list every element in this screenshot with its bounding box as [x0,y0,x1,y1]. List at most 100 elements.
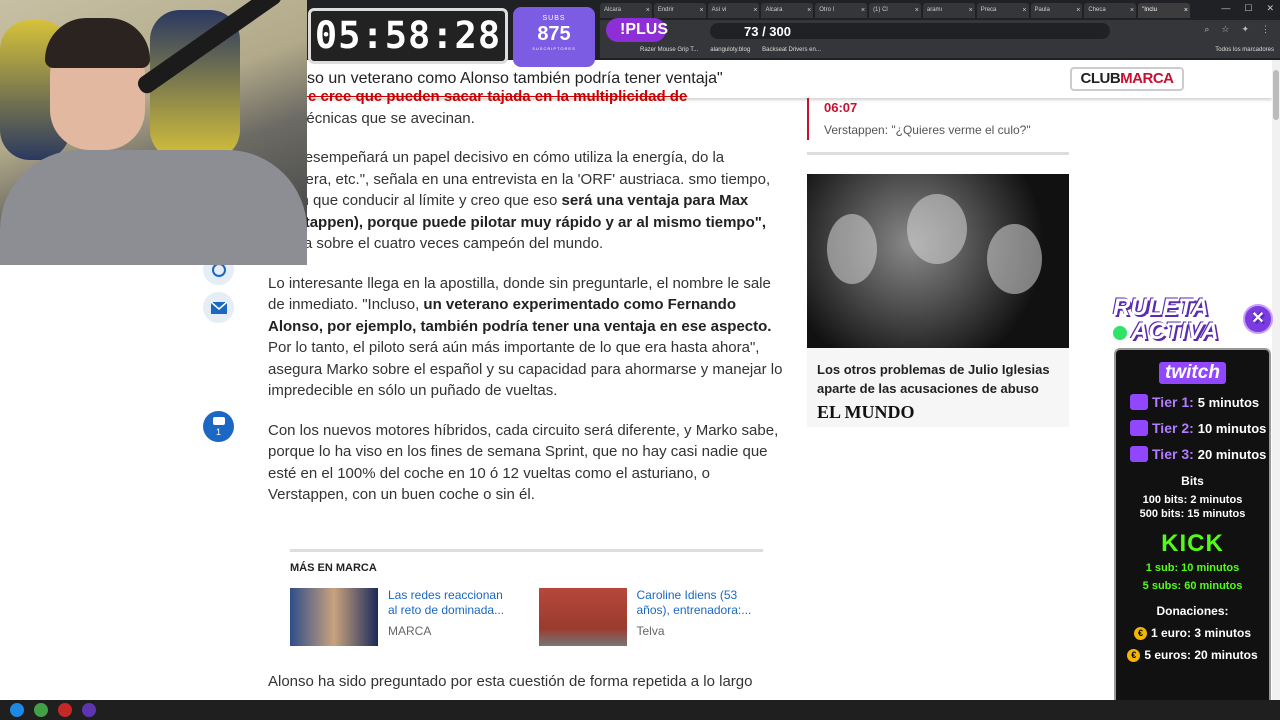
text: Por lo tanto, el piloto será aún más imp… [268,339,783,399]
tab-close-icon[interactable]: × [969,3,973,18]
tab-label: Paula [1034,7,1050,13]
tab-close-icon[interactable]: × [700,3,704,18]
browser-tab[interactable]: Alcara × [761,3,814,18]
search-icon[interactable]: ⌕ [1204,24,1209,35]
euro-icon: € [1133,626,1147,640]
ruleta-line2: ACTIVA [1131,318,1219,345]
comment-icon [212,416,225,425]
menu-icon[interactable]: ⋮ [1261,24,1270,35]
tier-value: 20 minutos [1197,446,1267,462]
app-icon[interactable] [58,703,72,717]
tab-close-icon[interactable]: × [915,3,919,18]
app-icon[interactable] [82,703,96,717]
tab-close-icon[interactable]: × [1076,3,1080,18]
more-in-marca: MÁS EN MARCA Las redes reaccionan al ret… [290,549,763,646]
page-scrollbar[interactable] [1272,60,1280,700]
toolbar-icons: ⌕ ☆ ✦ ⋮ [1204,24,1270,35]
article-body: os que cree que pueden sacar tajada en l… [268,86,783,524]
tier-value: 5 minutos [1197,394,1260,410]
tab-label: Así vi [711,7,727,13]
browser-tab[interactable]: Así vi × [707,3,760,18]
minimize-icon[interactable]: — [1221,3,1230,14]
live-dot-icon [1113,325,1127,340]
promo-image [807,174,1069,348]
tier-name: Tier 3: [1152,446,1194,462]
close-icon: ✕ [1243,304,1273,334]
related-source: Telva [636,624,665,638]
star-icon[interactable]: ☆ [1221,24,1229,35]
donation-line: 5 euros: 20 minutos [1144,648,1258,662]
maximize-icon[interactable]: ☐ [1244,3,1252,14]
clubmarca-button[interactable]: CLUBMARCA [1070,67,1184,91]
tab-close-icon[interactable]: × [861,3,865,18]
tab-label: Endrir [657,7,674,13]
browser-tab[interactable]: Preca × [976,3,1029,18]
taskbar [0,700,1280,720]
tier-value: 10 minutos [1197,420,1267,436]
twitch-icon [1130,420,1148,436]
tab-close-icon[interactable]: × [1022,3,1026,18]
bookmark-item[interactable]: Backseat Drivers en... [762,47,821,53]
tier-row: Tier 1: 5 minutos [1130,394,1269,410]
bookmark-item[interactable]: Razer Mouse Grip T... [640,47,698,53]
clubmarca-marca: MARCA [1120,70,1174,87]
tab-label: (1) Cl [873,7,888,13]
bits-line: 500 bits: 15 minutos [1139,508,1246,520]
twitch-logo: twitch [1159,362,1226,384]
related-title[interactable]: Caroline Idiens (53 años), entrenadora:.… [637,588,764,618]
related-card[interactable]: Caroline Idiens (53 años), entrenadora:.… [538,588,764,646]
tier-name: Tier 2: [1152,420,1194,436]
browser-tab[interactable]: Alcara × [600,3,652,18]
browser-tab[interactable]: (1) Cl × [869,3,921,18]
bookmark-item[interactable]: alanguloty.blog [710,47,750,53]
promo-title[interactable]: Los otros problemas de Julio Iglesias ap… [807,348,1069,402]
kick-line: 5 subs: 60 minutos [1142,580,1243,592]
ruleta-panel: twitch Tier 1: 5 minutos Tier 2: 10 minutos… [1114,348,1271,716]
close-icon[interactable]: ✕ [1266,3,1274,14]
scrollbar-thumb[interactable] [1273,70,1279,120]
donations-title: Donaciones: [1156,604,1229,618]
browser-tab[interactable]: "Inclu × [1138,3,1190,18]
related-thumbnail [290,588,378,646]
extensions-icon[interactable]: ✦ [1241,24,1249,35]
tab-close-icon[interactable]: × [1130,3,1134,18]
tab-close-icon[interactable]: × [753,3,757,18]
email-share-button[interactable] [203,292,234,323]
subs-count: 875 [537,23,571,45]
text: técnicas que se avecinan. [298,109,475,127]
related-card[interactable]: Las redes reaccionan al reto de dominada… [290,588,515,646]
browser-tab[interactable]: Otro l × [815,3,868,18]
chrome-icon[interactable] [34,703,48,717]
browser-toolbar: ⌕ ☆ ✦ ⋮ [600,20,1280,42]
browser-tab[interactable]: Endrir × [653,3,706,18]
start-icon[interactable] [10,703,24,717]
twitch-icon [1130,394,1148,410]
tab-close-icon[interactable]: × [1184,3,1188,18]
paragraph: os que cree que pueden sacar tajada en l… [268,86,783,129]
tab-close-icon[interactable]: × [646,3,650,18]
twitch-icon [1130,446,1148,462]
more-title: MÁS EN MARCA [290,562,377,574]
mail-icon [210,300,227,314]
tab-label: Checa [1088,7,1106,13]
tier-row: Tier 3: 20 minutos [1130,446,1269,462]
related-thumbnail [538,588,627,646]
comments-count: 1 [215,426,221,437]
live-time: 06:07 [824,100,858,115]
tab-label: Alcara [604,7,622,13]
tier-row: Tier 2: 10 minutos [1130,420,1269,436]
tab-close-icon[interactable]: × [807,3,811,18]
all-bookmarks[interactable]: Todos los marcadores [1215,47,1274,53]
subs-sublabel: SUSCRIPTORES [532,46,576,51]
browser-tab[interactable]: aramı × [922,3,975,18]
browser-tab[interactable]: Checa × [1084,3,1137,18]
browser-tab[interactable]: Paula × [1030,3,1083,18]
promo-card[interactable]: Los otros problemas de Julio Iglesias ap… [807,174,1069,427]
donation-line: 1 euro: 3 minutos [1150,626,1251,640]
comments-button[interactable]: 1 [203,411,234,442]
related-title[interactable]: Las redes reaccionan al reto de dominada… [388,588,515,618]
bits-line: 100 bits: 2 minutos [1142,494,1243,506]
paragraph: Alonso ha sido preguntado por esta cuest… [268,673,753,690]
live-entry[interactable]: Verstappen: "¿Quieres verme el culo?" [824,123,1031,137]
divider [807,152,1069,155]
